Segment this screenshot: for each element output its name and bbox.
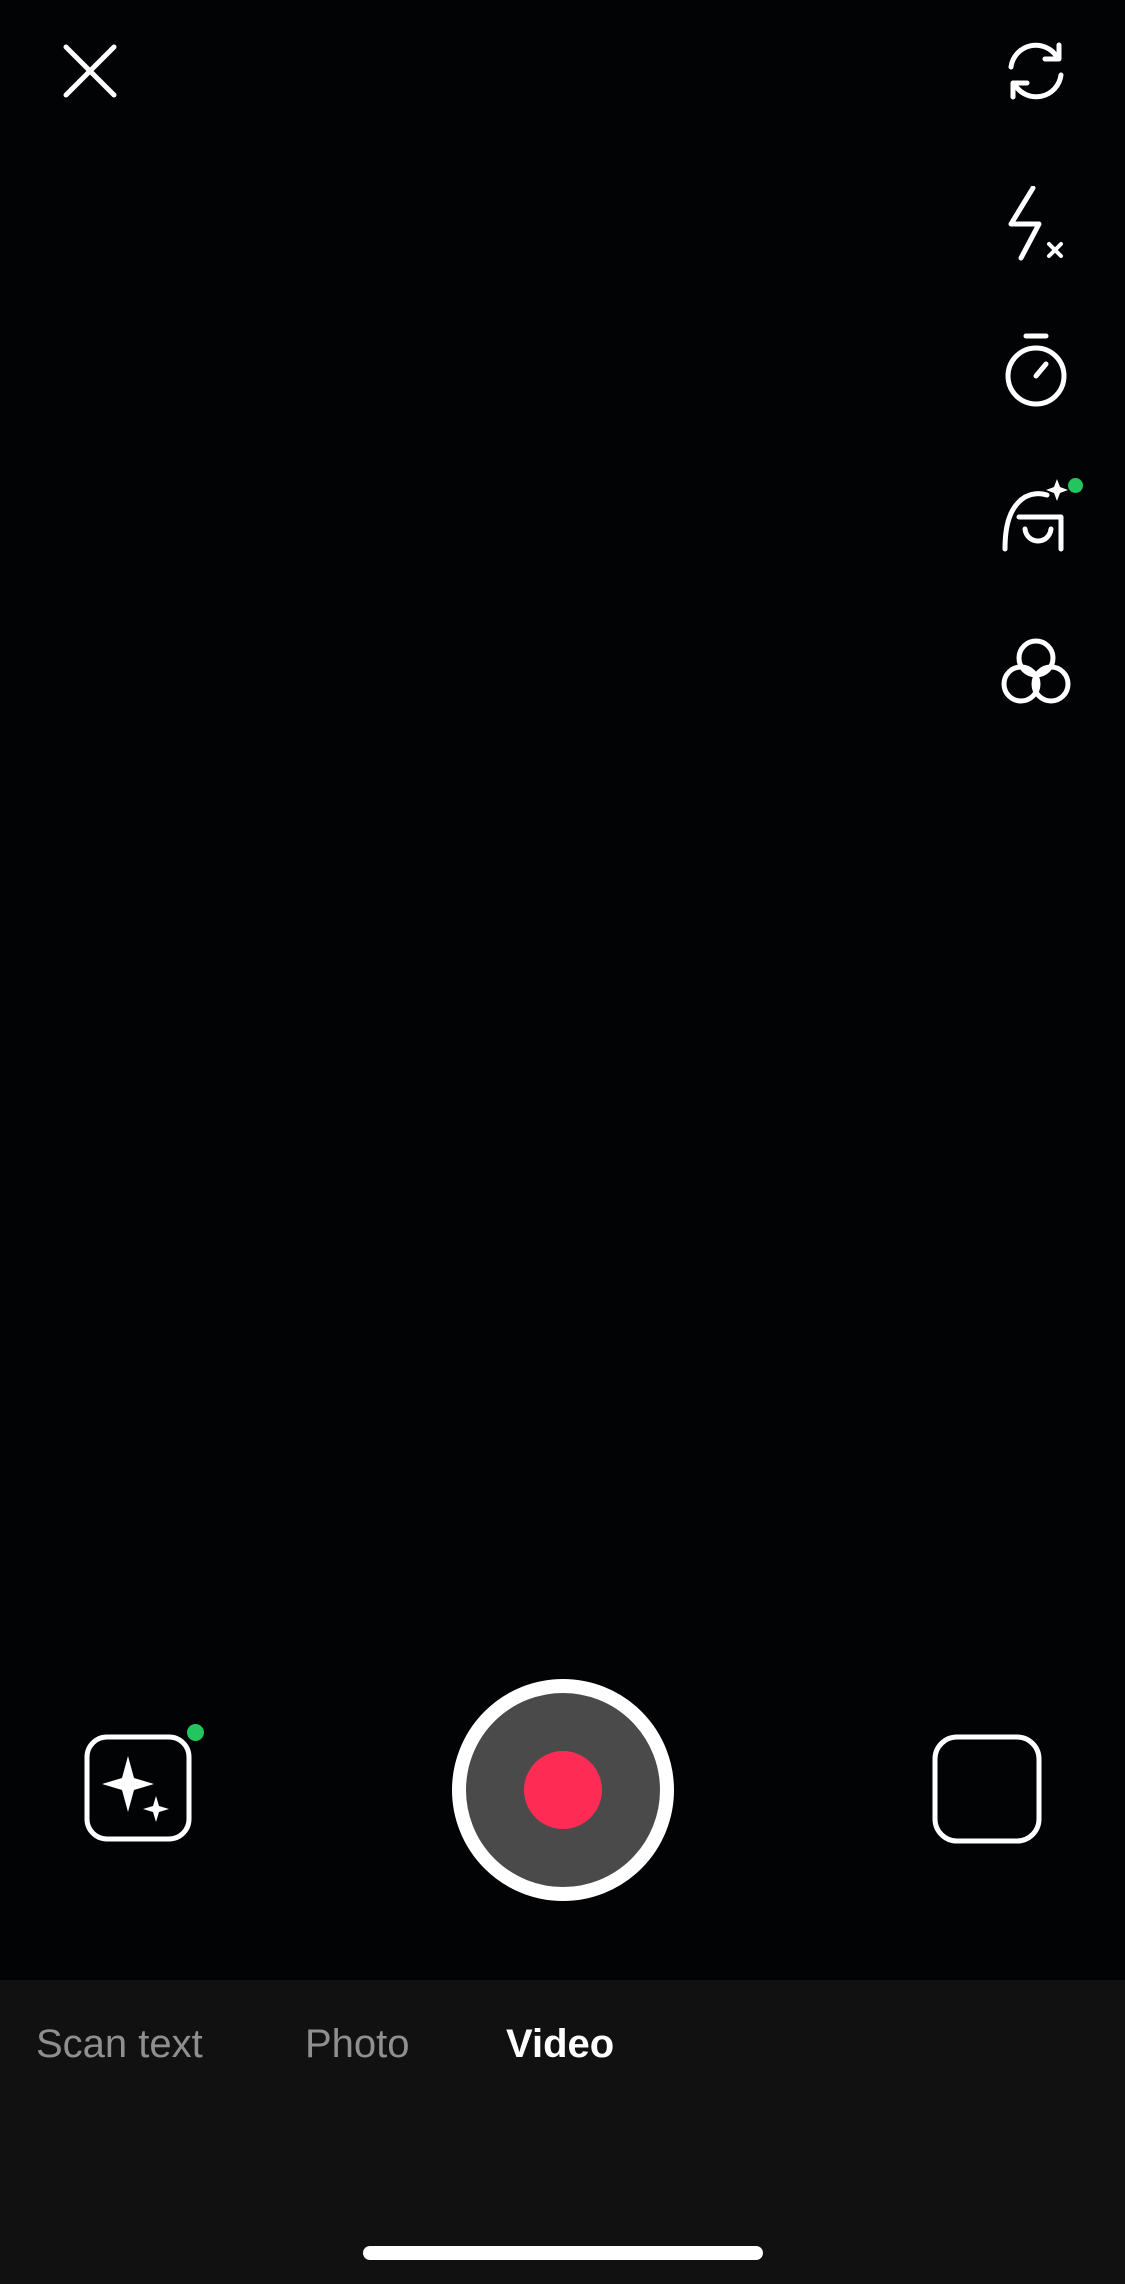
mode-scan-text[interactable]: Scan text bbox=[36, 2014, 203, 2074]
flash-off-icon bbox=[1008, 186, 1063, 261]
beauty-icon bbox=[1002, 479, 1068, 552]
home-indicator[interactable] bbox=[363, 2246, 763, 2260]
beauty-new-indicator bbox=[1068, 478, 1083, 493]
mode-video[interactable]: Video bbox=[506, 2014, 614, 2074]
mode-photo[interactable]: Photo bbox=[305, 2014, 410, 2074]
record-button[interactable] bbox=[451, 1678, 675, 1902]
close-button[interactable] bbox=[55, 36, 125, 106]
effects-button[interactable] bbox=[84, 1734, 192, 1842]
gallery-button[interactable] bbox=[932, 1734, 1042, 1844]
flip-camera-button[interactable] bbox=[996, 36, 1076, 106]
record-icon bbox=[452, 1679, 674, 1901]
timer-button[interactable] bbox=[996, 330, 1076, 410]
filters-button[interactable] bbox=[994, 630, 1078, 714]
gallery-icon bbox=[932, 1734, 1042, 1844]
sparkles-icon bbox=[84, 1734, 192, 1842]
filters-icon bbox=[1001, 638, 1071, 704]
flip-camera-icon bbox=[1008, 42, 1064, 100]
close-icon bbox=[63, 44, 117, 98]
flash-button[interactable] bbox=[996, 184, 1076, 264]
timer-icon bbox=[1005, 333, 1067, 407]
beauty-button[interactable] bbox=[994, 474, 1078, 558]
effects-new-indicator bbox=[187, 1724, 204, 1741]
